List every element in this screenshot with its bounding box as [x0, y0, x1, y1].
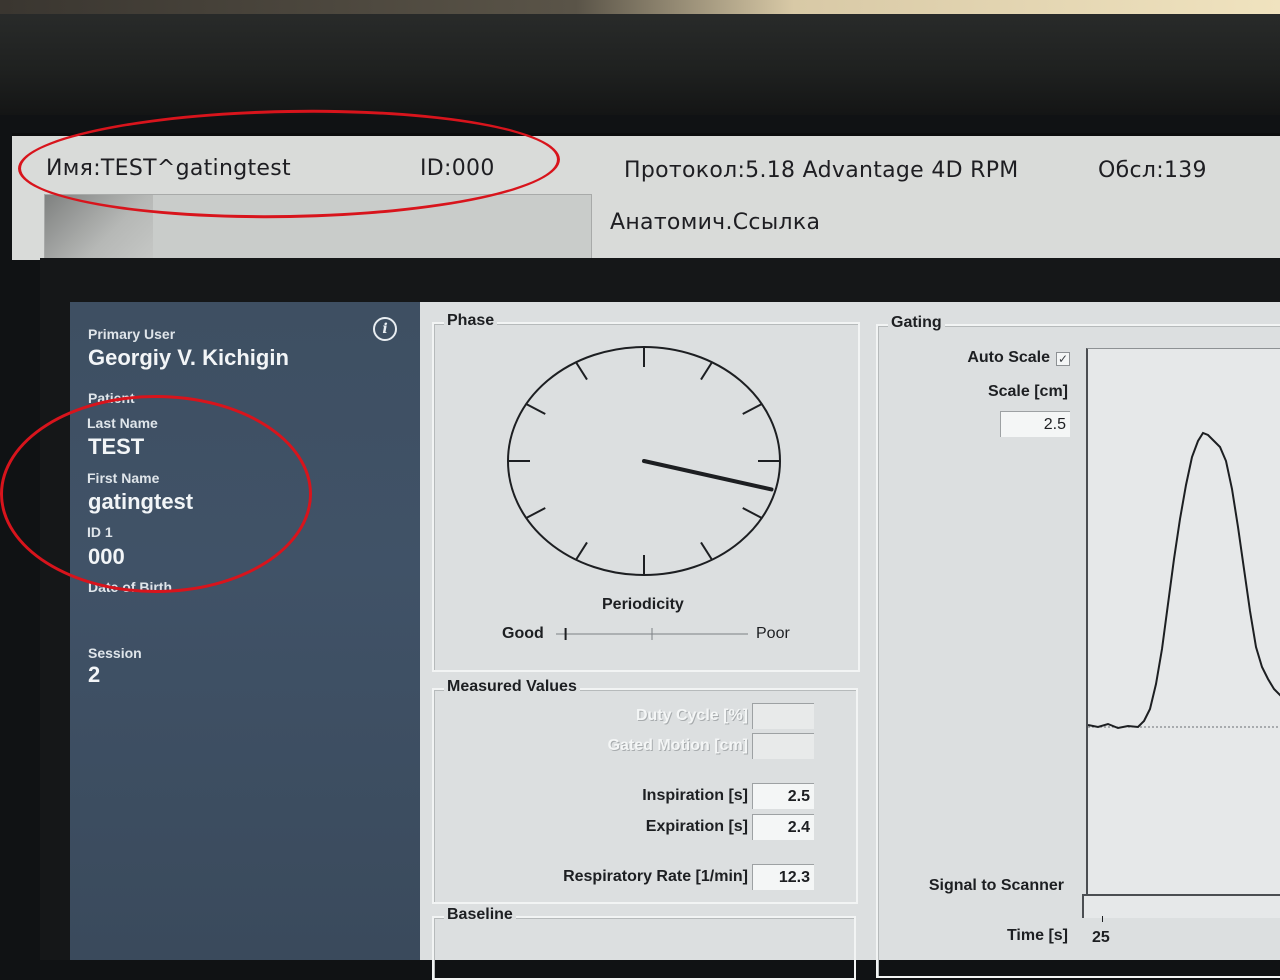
baseline-title: Baseline: [444, 906, 516, 924]
measured-values-group: Measured Values Duty Cycle [%] Gated Mot…: [432, 678, 858, 904]
gating-title: Gating: [888, 314, 945, 332]
clock-tick: [742, 507, 763, 519]
clock-tick: [575, 361, 588, 381]
periodicity-poor-label: Poor: [756, 625, 790, 642]
duty-cycle-field: [752, 703, 814, 729]
clock-tick: [575, 541, 588, 561]
duty-cycle-label: Duty Cycle [%]: [635, 707, 748, 724]
annotation-circle-left: [0, 395, 312, 593]
respiration-signal-trace: [1088, 431, 1280, 730]
clock-tick: [742, 403, 763, 415]
gated-motion-label: Gated Motion [cm]: [607, 737, 748, 754]
gating-content-area: Phase Periodicity Good Poor Measured Val…: [420, 302, 1280, 980]
monitor-bezel-top: [0, 0, 1280, 115]
phase-group: Phase Periodicity Good Poor: [432, 312, 860, 672]
anatomy-reference-button[interactable]: Анатомич.Ссылка: [610, 210, 820, 235]
respiratory-rate-field: 12.3: [752, 864, 814, 890]
session-value: 2: [88, 662, 101, 687]
phase-clock: [507, 346, 781, 640]
scale-input[interactable]: 2.5: [1000, 411, 1070, 437]
periodicity-label: Periodicity: [602, 596, 684, 613]
background-wall: [0, 0, 1280, 14]
phase-clock-hand: [642, 459, 774, 492]
protocol-header: Протокол:5.18 Advantage 4D RPM: [624, 158, 1019, 183]
exam-number-header: Обсл:139: [1098, 158, 1207, 183]
signal-to-scanner-track: [1082, 894, 1280, 918]
clock-tick: [700, 541, 713, 561]
expiration-label: Expiration [s]: [645, 818, 748, 835]
signal-to-scanner-label: Signal to Scanner: [928, 877, 1064, 894]
primary-user-label: Primary User: [88, 326, 176, 342]
primary-user-value: Georgiy V. Kichigin: [88, 345, 289, 370]
clock-tick: [525, 403, 546, 415]
clock-tick: [700, 361, 713, 381]
info-icon[interactable]: i: [373, 317, 397, 341]
inspiration-label: Inspiration [s]: [642, 787, 748, 804]
clock-tick: [525, 507, 546, 519]
expiration-field: 2.4: [752, 814, 814, 840]
inspiration-field: 2.5: [752, 783, 814, 809]
time-axis-tick: [1102, 916, 1103, 922]
auto-scale-checkbox[interactable]: ✓: [1056, 352, 1070, 366]
waveform-svg: [1088, 431, 1280, 730]
respiratory-rate-label: Respiratory Rate [1/min]: [563, 868, 748, 885]
baseline-group: Baseline: [432, 906, 856, 980]
measured-values-title: Measured Values: [444, 678, 580, 696]
time-axis-label: Time [s]: [1006, 927, 1068, 944]
session-label: Session: [88, 645, 142, 661]
scale-label: Scale [cm]: [987, 383, 1068, 400]
time-axis-tick-label: 25: [1092, 929, 1110, 946]
respiration-waveform-plot: [1086, 348, 1280, 895]
periodicity-good-label: Good: [502, 625, 544, 642]
gated-motion-field: [752, 733, 814, 759]
auto-scale-label: Auto Scale: [967, 349, 1050, 366]
